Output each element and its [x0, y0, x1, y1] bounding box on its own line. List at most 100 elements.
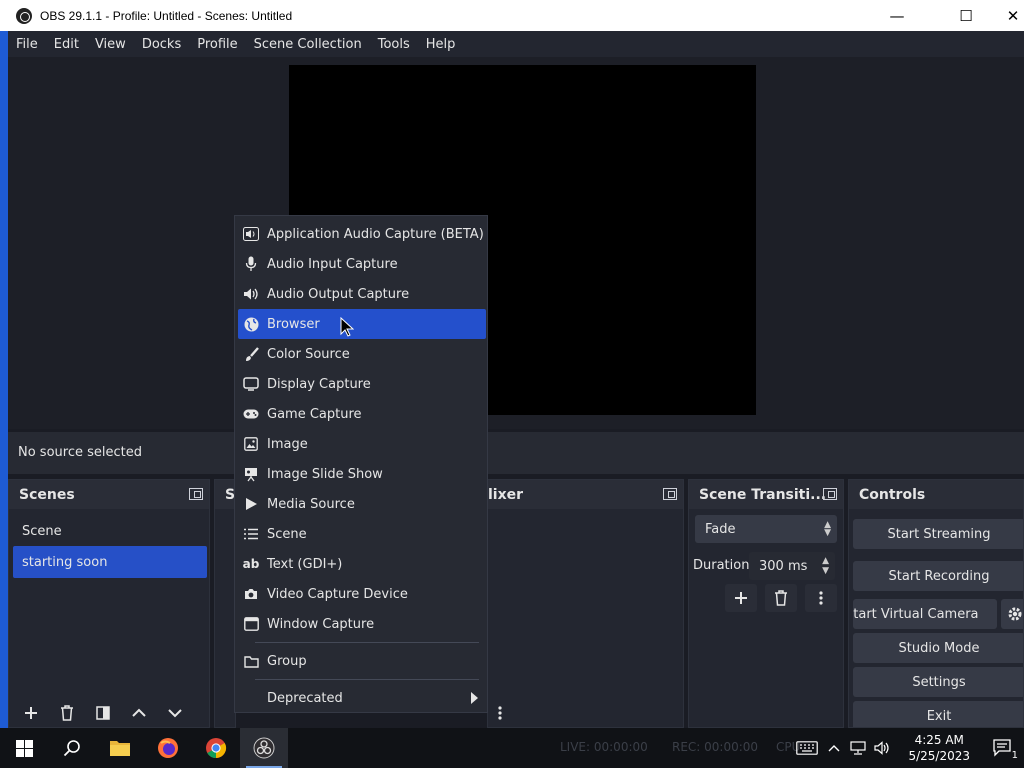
studio-mode-button[interactable]: Studio Mode — [853, 633, 1023, 663]
microphone-icon — [243, 256, 259, 272]
chevron-up-icon — [132, 708, 146, 717]
menu-scene-collection[interactable]: Scene Collection — [246, 37, 370, 52]
menu-item-game-capture[interactable]: Game Capture — [238, 399, 486, 429]
virtual-camera-settings-button[interactable] — [1001, 599, 1023, 629]
volume-button[interactable] — [870, 728, 894, 768]
chrome-button[interactable] — [192, 728, 240, 768]
add-source-menu: Application Audio Capture (BETA) Audio I… — [234, 215, 488, 713]
minimize-button[interactable]: — — [874, 0, 920, 31]
menu-item-image-slide-show[interactable]: Image Slide Show — [238, 459, 486, 489]
scene-item-scene[interactable]: Scene — [13, 515, 207, 547]
obs-icon — [253, 737, 275, 759]
window-title: OBS 29.1.1 - Profile: Untitled - Scenes:… — [40, 8, 293, 23]
menu-separator — [255, 642, 479, 643]
menu-edit[interactable]: Edit — [46, 37, 87, 52]
start-virtual-camera-button[interactable]: Start Virtual Camera — [853, 599, 997, 629]
maximize-button[interactable]: ☐ — [943, 0, 989, 31]
clock[interactable]: 4:25 AM 5/25/2023 — [908, 732, 970, 764]
menu-view[interactable]: View — [87, 37, 134, 52]
scenes-title: Scenes — [19, 486, 75, 503]
move-scene-down-button[interactable] — [163, 701, 187, 725]
add-transition-button[interactable] — [725, 584, 757, 612]
slideshow-icon — [243, 466, 259, 482]
start-streaming-button[interactable]: Start Streaming — [853, 519, 1023, 549]
remove-scene-button[interactable] — [55, 701, 79, 725]
menu-item-audio-output-capture[interactable]: Audio Output Capture — [238, 279, 486, 309]
gamepad-icon — [243, 406, 259, 422]
scenes-toolbar — [9, 699, 209, 727]
transition-buttons — [725, 584, 837, 612]
menu-item-browser[interactable]: Browser — [238, 309, 486, 339]
more-vertical-icon — [498, 706, 502, 720]
spinner-icon: ▲ ▼ — [824, 520, 831, 538]
windows-logo-icon — [15, 739, 33, 757]
menu-help[interactable]: Help — [418, 37, 464, 52]
spinner-icon[interactable]: ▲ ▼ — [822, 556, 829, 576]
scene-filters-button[interactable] — [91, 701, 115, 725]
search-icon — [63, 740, 80, 757]
menu-tools[interactable]: Tools — [370, 37, 418, 52]
menu-item-scene[interactable]: Scene — [238, 519, 486, 549]
notifications-button[interactable]: 1 — [984, 728, 1024, 768]
obs-app-icon — [16, 7, 32, 24]
mixer-dock-header: lixer — [488, 480, 683, 509]
keyboard-button[interactable] — [792, 728, 822, 768]
chevron-down-icon — [168, 709, 182, 718]
mixer-title: lixer — [488, 486, 524, 503]
transition-select[interactable]: Fade ▲ ▼ — [695, 515, 837, 543]
menu-item-deprecated[interactable]: Deprecated — [238, 683, 486, 713]
remove-transition-button[interactable] — [765, 584, 797, 612]
menu-item-video-capture-device[interactable]: Video Capture Device — [238, 579, 486, 609]
tray-overflow-button[interactable] — [822, 728, 846, 768]
undock-icon[interactable] — [189, 488, 203, 500]
mixer-menu-button[interactable] — [488, 701, 512, 725]
menu-item-audio-input-capture[interactable]: Audio Input Capture — [238, 249, 486, 279]
exit-button[interactable]: Exit — [853, 701, 1023, 727]
window-left-edge — [0, 31, 8, 728]
undock-icon[interactable] — [663, 488, 677, 500]
menu-item-display-capture[interactable]: Display Capture — [238, 369, 486, 399]
search-button[interactable] — [48, 728, 96, 768]
duration-label: Duration — [693, 558, 750, 573]
menu-item-image[interactable]: Image — [238, 429, 486, 459]
network-icon — [850, 741, 867, 755]
plus-icon — [25, 707, 37, 719]
chrome-icon — [206, 738, 227, 759]
network-button[interactable] — [846, 728, 870, 768]
menu-item-app-audio-capture[interactable]: Application Audio Capture (BETA) — [238, 219, 486, 249]
system-tray: 4:25 AM 5/25/2023 1 — [792, 728, 1024, 768]
transition-properties-button[interactable] — [805, 584, 837, 612]
duration-input[interactable]: 300 ms ▲ ▼ — [749, 552, 835, 580]
menu-item-media-source[interactable]: Media Source — [238, 489, 486, 519]
close-button[interactable]: ✕ — [990, 0, 1024, 31]
menu-item-group[interactable]: Group — [238, 646, 486, 676]
menu-item-text-gdi[interactable]: ab Text (GDI+) — [238, 549, 486, 579]
file-explorer-button[interactable] — [96, 728, 144, 768]
clock-date: 5/25/2023 — [908, 749, 970, 763]
add-scene-button[interactable] — [19, 701, 43, 725]
start-recording-button[interactable]: Start Recording — [853, 561, 1023, 591]
settings-button[interactable]: Settings — [853, 667, 1023, 697]
menu-item-color-source[interactable]: Color Source — [238, 339, 486, 369]
volume-icon — [874, 741, 890, 755]
scene-item-starting-soon[interactable]: starting soon — [13, 546, 207, 578]
trash-icon — [61, 705, 73, 721]
menu-docks[interactable]: Docks — [134, 37, 189, 52]
move-scene-up-button[interactable] — [127, 701, 151, 725]
controls-title: Controls — [859, 486, 926, 503]
app-audio-icon — [243, 226, 259, 242]
window-titlebar: OBS 29.1.1 - Profile: Untitled - Scenes:… — [0, 0, 1024, 31]
camera-icon — [243, 586, 259, 602]
text-icon: ab — [242, 557, 260, 571]
mouse-cursor-icon — [340, 317, 354, 337]
start-button[interactable] — [0, 728, 48, 768]
undock-icon[interactable] — [823, 488, 837, 500]
menu-item-window-capture[interactable]: Window Capture — [238, 609, 486, 639]
no-source-label: No source selected — [18, 445, 142, 460]
firefox-button[interactable] — [144, 728, 192, 768]
speaker-icon — [243, 286, 259, 302]
obs-taskbar-button[interactable] — [240, 728, 288, 768]
menu-profile[interactable]: Profile — [189, 37, 245, 52]
keyboard-icon — [796, 741, 819, 755]
menu-file[interactable]: File — [8, 37, 46, 52]
